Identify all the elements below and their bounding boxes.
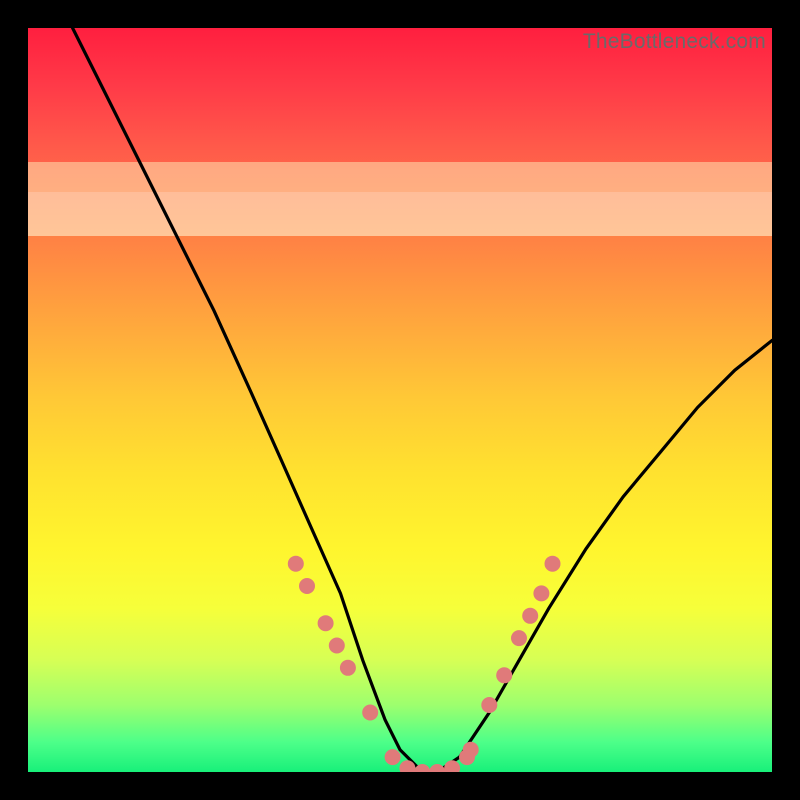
marker-dot xyxy=(385,749,401,765)
marker-dot xyxy=(533,585,549,601)
marker-dot xyxy=(545,556,561,572)
marker-dot xyxy=(318,615,334,631)
watermark-text: TheBottleneck.com xyxy=(583,30,766,54)
marker-dot xyxy=(429,764,445,772)
marker-dot xyxy=(362,705,378,721)
curve-layer xyxy=(28,28,772,772)
marker-dot xyxy=(340,660,356,676)
marker-dot xyxy=(463,742,479,758)
marker-dot xyxy=(481,697,497,713)
marker-group xyxy=(288,556,561,772)
marker-dot xyxy=(329,638,345,654)
bottleneck-curve-path xyxy=(73,28,772,772)
marker-dot xyxy=(511,630,527,646)
marker-dot xyxy=(522,608,538,624)
marker-dot xyxy=(496,667,512,683)
marker-dot xyxy=(288,556,304,572)
marker-dot xyxy=(444,760,460,772)
plot-area: TheBottleneck.com xyxy=(28,28,772,772)
marker-dot xyxy=(299,578,315,594)
chart-frame: TheBottleneck.com xyxy=(0,0,800,800)
